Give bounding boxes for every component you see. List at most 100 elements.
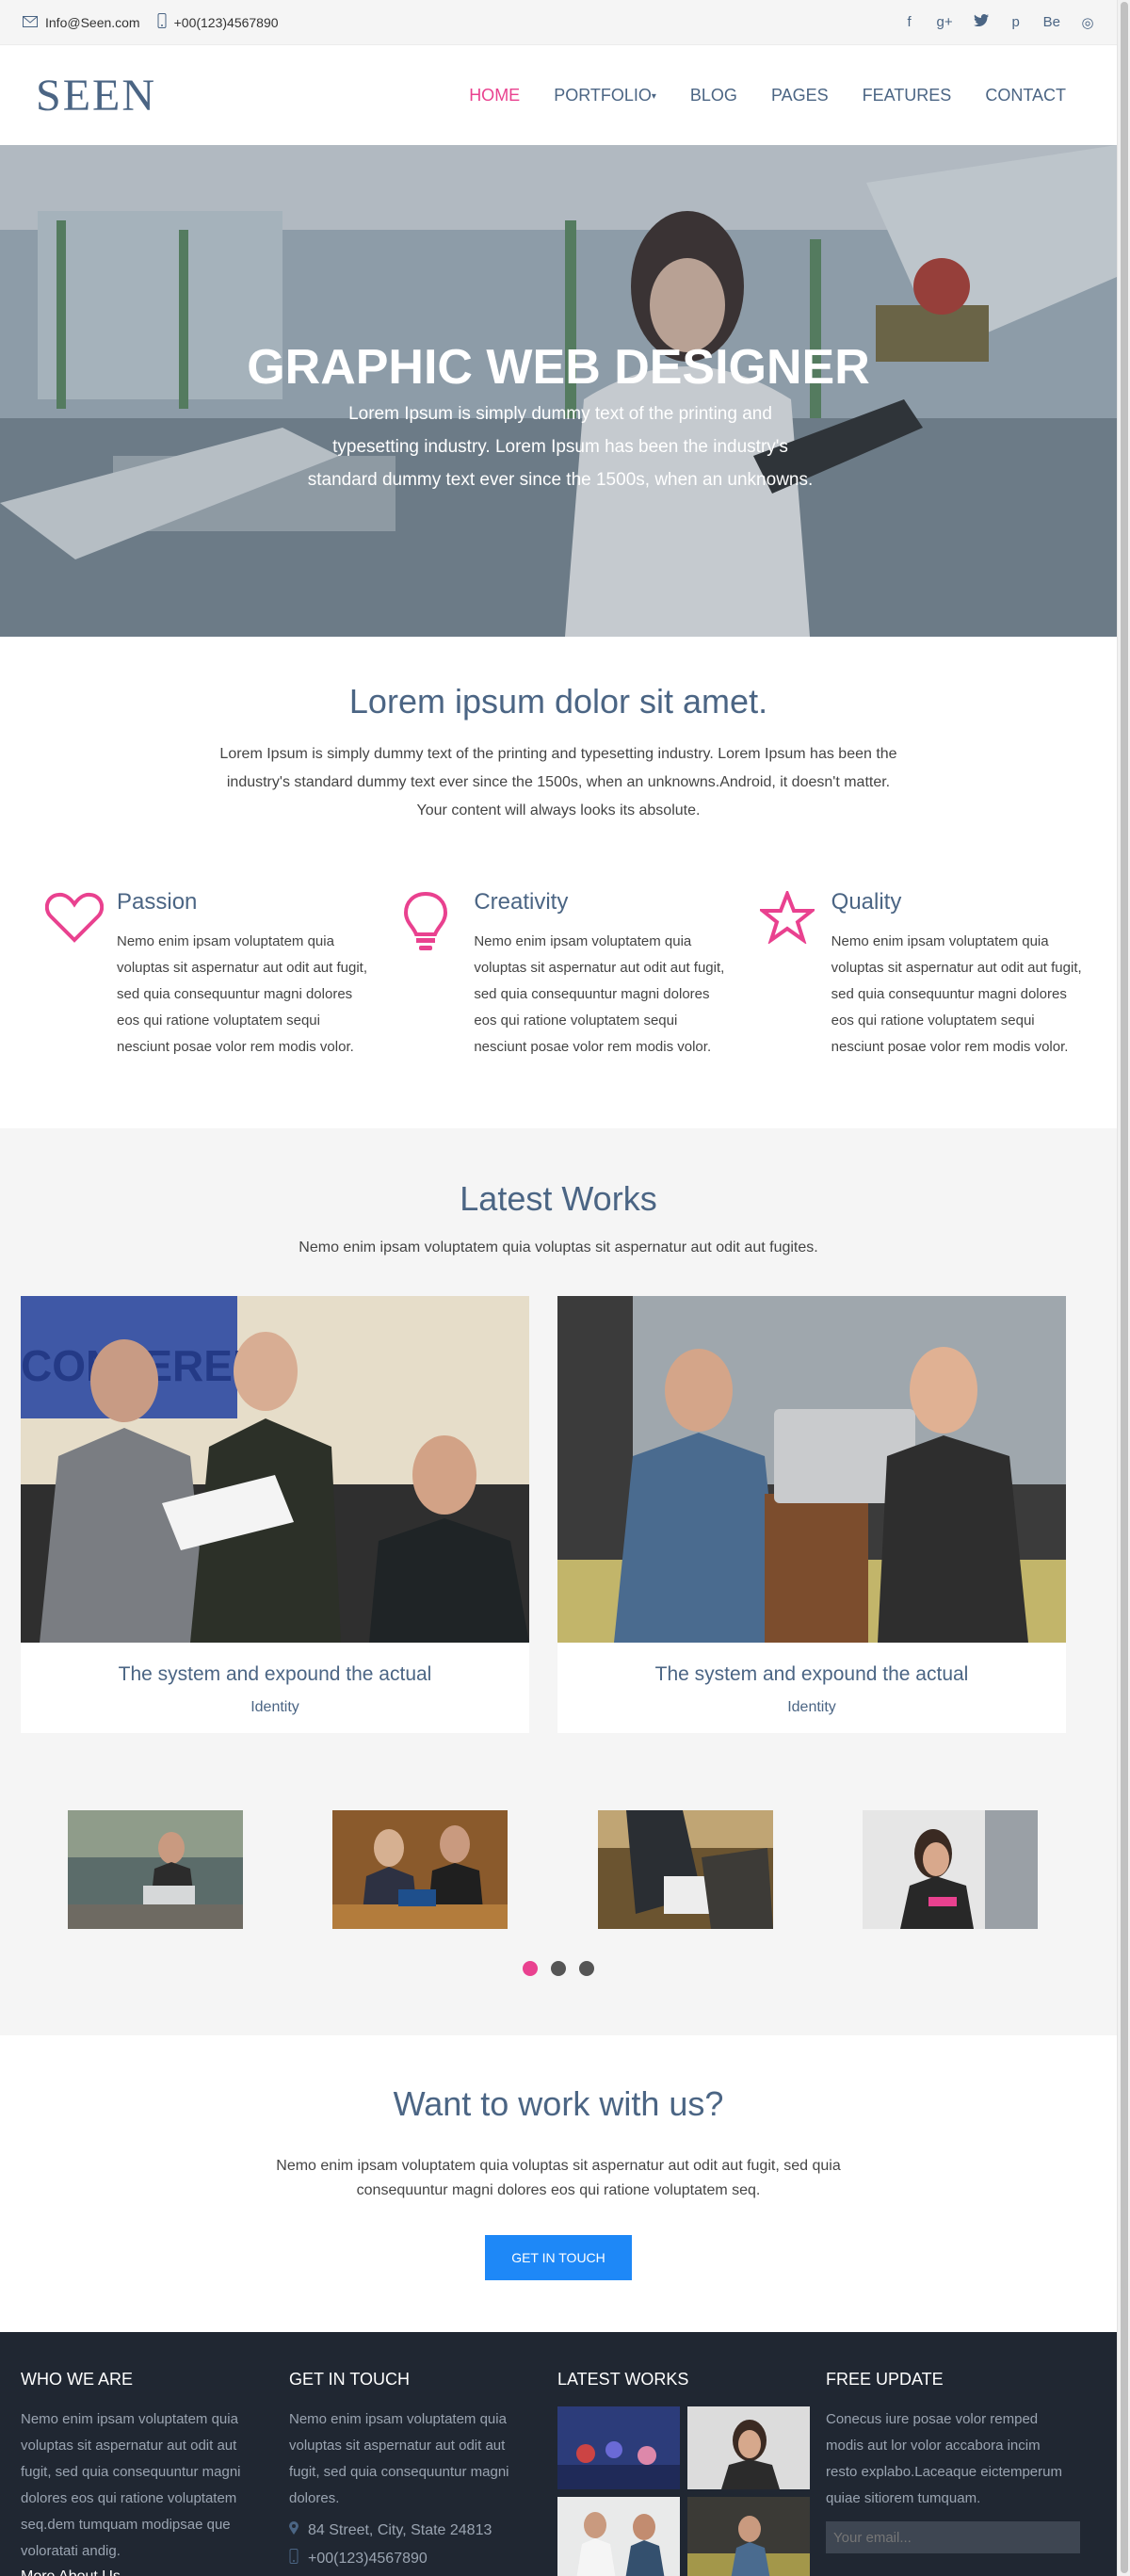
feature-title: Quality	[831, 889, 902, 915]
footer-who-we-are: WHO WE ARE Nemo enim ipsam voluptatem qu…	[21, 2370, 289, 2576]
more-about-link[interactable]: More About Us →	[21, 2568, 289, 2576]
facebook-icon[interactable]: f	[903, 14, 916, 30]
slider-dot-1[interactable]	[523, 1961, 538, 1976]
hero-text: Lorem Ipsum is simply dummy text of the …	[307, 404, 814, 490]
email-text: Info@Seen.com	[45, 14, 140, 30]
nav-contact[interactable]: CONTACT	[985, 86, 1066, 105]
feature-text: Nemo enim ipsam voluptatem quia voluptas…	[831, 933, 1082, 1055]
nav-blog[interactable]: BLOG	[690, 86, 737, 105]
feature-creativity: Creativity Nemo enim ipsam voluptatem qu…	[402, 889, 759, 1068]
address-text: 84 Street, City, State 24813	[308, 2521, 492, 2538]
works-subtitle: Nemo enim ipsam voluptatem quia voluptas…	[299, 1239, 818, 1256]
features-row: Passion Nemo enim ipsam voluptatem quia …	[0, 825, 1117, 1068]
slider-dot-2[interactable]	[551, 1961, 566, 1976]
cta-section: Want to work with us? Nemo enim ipsam vo…	[0, 2035, 1117, 2332]
map-pin-icon	[289, 2521, 299, 2539]
mobile-icon	[289, 2549, 299, 2568]
phone-text: +00(123)4567890	[173, 14, 279, 30]
work-category[interactable]: Identity	[21, 1699, 529, 1716]
mail-icon	[23, 15, 38, 30]
nav-portfolio-label: PORTFOLIO	[554, 85, 652, 105]
feature-title: Creativity	[474, 889, 569, 915]
lightbulb-icon	[402, 889, 474, 1068]
carousel-thumbnail[interactable]	[597, 1810, 773, 1929]
footer-text: Nemo enim ipsam voluptatem quia voluptas…	[21, 2411, 241, 2559]
footer-get-in-touch: GET IN TOUCH Nemo enim ipsam voluptatem …	[289, 2370, 557, 2576]
site-header: SEEN HOME PORTFOLIO▾ BLOG PAGES FEATURES…	[0, 45, 1117, 145]
feature-body: Creativity Nemo enim ipsam voluptatem qu…	[474, 889, 726, 1068]
footer-free-update: FREE UPDATE Conecus iure posae volor rem…	[826, 2370, 1094, 2576]
email-contact[interactable]: Info@Seen.com	[23, 15, 140, 30]
footer-work-thumb[interactable]	[687, 2497, 810, 2576]
site-footer: WHO WE ARE Nemo enim ipsam voluptatem qu…	[0, 2332, 1117, 2576]
cta-text: Nemo enim ipsam voluptatem quia voluptas…	[276, 2158, 841, 2198]
star-icon	[759, 889, 831, 1068]
main-nav: HOME PORTFOLIO▾ BLOG PAGES FEATURES CONT…	[469, 86, 1066, 105]
site-logo[interactable]: SEEN	[36, 70, 156, 122]
pinterest-icon[interactable]: p	[1009, 14, 1023, 30]
carousel-thumbnail[interactable]	[68, 1810, 243, 1929]
hero-banner: GRAPHIC WEB DESIGNER Lorem Ipsum is simp…	[0, 145, 1117, 637]
nav-portfolio[interactable]: PORTFOLIO▾	[554, 86, 656, 105]
feature-body: Quality Nemo enim ipsam voluptatem quia …	[831, 889, 1084, 1068]
feature-text: Nemo enim ipsam voluptatem quia voluptas…	[117, 933, 367, 1055]
feature-text: Nemo enim ipsam voluptatem quia voluptas…	[474, 933, 725, 1055]
phone-contact[interactable]: +00(123)4567890	[157, 13, 279, 31]
intro-section: Lorem ipsum dolor sit amet. Lorem Ipsum …	[0, 637, 1117, 825]
work-title[interactable]: The system and expound the actual	[557, 1663, 1066, 1686]
work-caption: The system and expound the actual Identi…	[557, 1643, 1066, 1733]
heart-icon	[45, 889, 117, 1068]
footer-work-thumb[interactable]	[557, 2406, 680, 2489]
slider-dots	[0, 1961, 1117, 1976]
feature-body: Passion Nemo enim ipsam voluptatem quia …	[117, 889, 369, 1068]
works-title: Latest Works	[460, 1179, 657, 1218]
intro-title: Lorem ipsum dolor sit amet.	[348, 682, 768, 721]
footer-work-thumb[interactable]	[557, 2497, 680, 2576]
work-category[interactable]: Identity	[557, 1699, 1066, 1716]
footer-works-grid	[557, 2406, 826, 2576]
twitter-icon[interactable]	[973, 14, 989, 30]
work-image-laptop	[557, 1296, 1066, 1643]
footer-text: Nemo enim ipsam voluptatem quia voluptas…	[289, 2411, 509, 2506]
hero-title: GRAPHIC WEB DESIGNER	[247, 340, 870, 395]
footer-phone: +00(123)4567890	[289, 2549, 557, 2568]
top-bar: Info@Seen.com +00(123)4567890 f g+ p Be …	[0, 0, 1117, 45]
feature-quality: Quality Nemo enim ipsam voluptatem quia …	[759, 889, 1117, 1068]
work-caption: The system and expound the actual Identi…	[21, 1643, 529, 1733]
footer-heading: GET IN TOUCH	[289, 2370, 411, 2389]
footer-address: 84 Street, City, State 24813	[289, 2521, 557, 2539]
nav-home[interactable]: HOME	[469, 86, 520, 105]
get-in-touch-button[interactable]: GET IN TOUCH	[485, 2235, 632, 2280]
intro-text: Lorem Ipsum is simply dummy text of the …	[219, 746, 897, 818]
nav-features[interactable]: FEATURES	[863, 86, 952, 105]
caret-down-icon: ▾	[651, 90, 656, 102]
latest-works-section: Latest Works Nemo enim ipsam voluptatem …	[0, 1128, 1117, 2035]
carousel-thumbnail[interactable]	[332, 1810, 508, 1929]
google-plus-icon[interactable]: g+	[937, 14, 953, 30]
newsletter-email-input[interactable]	[826, 2521, 1080, 2553]
top-contacts: Info@Seen.com +00(123)4567890	[23, 13, 279, 31]
footer-text: Conecus iure posae volor remped modis au…	[826, 2411, 1062, 2506]
work-card[interactable]: CONFEREN The system and expound the actu…	[21, 1296, 529, 1733]
work-title[interactable]: The system and expound the actual	[21, 1663, 529, 1686]
carousel-thumbnail[interactable]	[862, 1810, 1038, 1929]
dribbble-icon[interactable]: ◎	[1081, 14, 1094, 31]
work-cards: CONFEREN The system and expound the actu…	[0, 1256, 1117, 1733]
cta-title: Want to work with us?	[393, 2084, 724, 2123]
feature-passion: Passion Nemo enim ipsam voluptatem quia …	[45, 889, 402, 1068]
footer-latest-works: LATEST WORKS	[557, 2370, 826, 2576]
social-links: f g+ p Be ◎	[903, 14, 1094, 31]
nav-pages[interactable]: PAGES	[771, 86, 829, 105]
scrollbar-thumb[interactable]	[1121, 2, 1128, 2573]
phone-text: +00(123)4567890	[308, 2550, 428, 2567]
feature-title: Passion	[117, 889, 198, 915]
work-card[interactable]: The system and expound the actual Identi…	[557, 1296, 1066, 1733]
page-scrollbar[interactable]	[1117, 0, 1130, 2576]
slider-dot-3[interactable]	[579, 1961, 594, 1976]
footer-work-thumb[interactable]	[687, 2406, 810, 2489]
work-image-meeting: CONFEREN	[21, 1296, 529, 1643]
behance-icon[interactable]: Be	[1043, 14, 1060, 30]
footer-heading: WHO WE ARE	[21, 2370, 134, 2389]
footer-heading: FREE UPDATE	[826, 2370, 944, 2389]
footer-heading: LATEST WORKS	[557, 2370, 689, 2389]
